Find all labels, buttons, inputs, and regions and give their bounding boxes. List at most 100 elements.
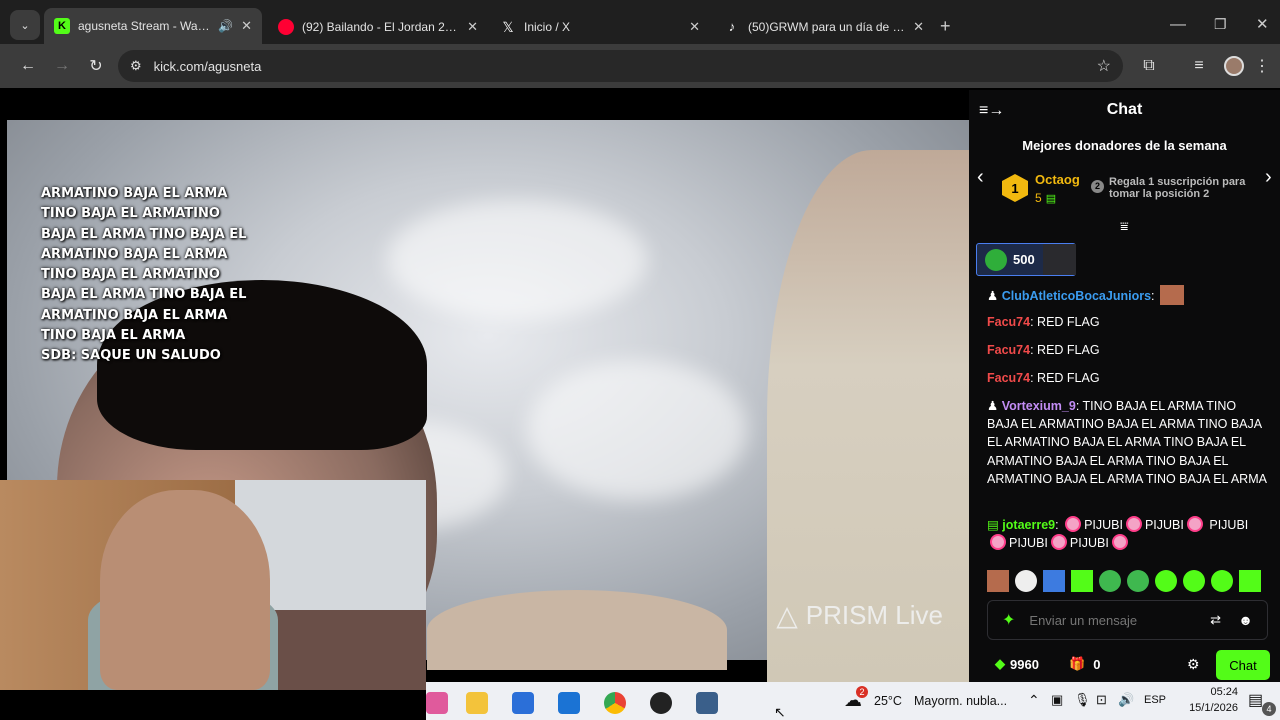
store-icon[interactable] [512,692,534,714]
site-settings-icon[interactable]: ⚙ [130,58,142,74]
youtube-icon [278,19,294,35]
language-indicator[interactable]: ESP [1144,694,1166,706]
close-icon[interactable]: ✕ [241,18,252,34]
back-button[interactable]: ← [11,49,45,83]
chat-input[interactable] [1029,612,1195,628]
subscription-gift-icon: ▤ [1045,192,1057,205]
chat-message: ♟ Vortexium_9: TINO BAJA EL ARMA TINO BA… [987,399,1267,486]
chevron-down-icon: ⌄ [20,19,30,32]
notifications-icon[interactable]: ▤ [1248,690,1263,710]
send-chat-button[interactable]: Chat [1216,650,1270,680]
arrow-left-icon: ← [20,57,36,74]
emote-button[interactable] [987,570,1009,592]
chat-input-box[interactable]: ✦ ⇄ ☻ [987,600,1268,640]
chevron-left-icon[interactable]: ‹ [977,166,984,189]
webcam-streamer [100,490,270,690]
camera-icon[interactable]: ▣ [1051,692,1063,708]
tab-search-button[interactable]: ⌄ [10,10,40,40]
address-bar[interactable]: ⚙ kick.com/agusneta ☆ [118,50,1123,82]
emote-button[interactable] [1071,570,1093,592]
tab-youtube[interactable]: (92) Bailando - El Jordan 23 / St ✕ [268,12,488,42]
chat-username[interactable]: Vortexium_9 [1002,399,1076,413]
overlay-line: TINO BAJA EL ARMA [41,328,186,344]
emote-button[interactable] [1155,570,1177,592]
copilot-icon[interactable] [426,692,448,714]
settings-gear-icon[interactable]: ⚙ [1187,656,1200,673]
overlay-line: BAJA EL ARMA TINO BAJA EL [41,287,247,303]
chat-panel: ≡→ Chat Mejores donadores de la semana ‹… [969,90,1280,682]
new-tab-button[interactable]: + [940,16,951,37]
close-icon[interactable]: ✕ [467,19,478,35]
clock-time[interactable]: 05:24 [1188,686,1238,698]
tab-x[interactable]: 𝕏 Inicio / X ✕ [490,12,710,42]
tray-chevron-icon[interactable]: ⌃ [1028,692,1040,709]
emote-button[interactable] [1015,570,1037,592]
chat-username[interactable]: jotaerre9 [1002,518,1055,532]
prism-logo-icon: △ [776,600,798,631]
next-rank-badge: 2 [1091,180,1104,193]
points-balance[interactable]: ◆ 9960 [995,656,1039,672]
reload-button[interactable]: ↻ [79,49,113,83]
weather-temp[interactable]: 25°C [874,694,902,708]
window-close-button[interactable]: ✕ [1256,15,1269,33]
emoji-icon[interactable]: ☻ [1238,612,1253,628]
chat-username[interactable]: Facu74 [987,343,1030,357]
outlook-icon[interactable] [558,692,580,714]
chat-username[interactable]: Facu74 [987,315,1030,329]
emote-button[interactable] [1183,570,1205,592]
tab-title: (50)GRWM para un día de frío > [748,20,906,34]
prism-watermark: △ PRISM Live [776,599,943,632]
screen: ⌄ K agusneta Stream - Watch Li 🔊 ✕ (92) … [0,0,1280,720]
chat-message: ♟ ClubAtleticoBocaJuniors: [987,285,1269,305]
mouse-cursor-icon: ↖ [774,704,786,720]
close-icon[interactable]: ✕ [689,19,700,35]
tab-tiktok[interactable]: ♪ (50)GRWM para un día de frío > ✕ [714,12,934,42]
close-icon[interactable]: ✕ [913,19,924,35]
pinned-slot [1043,244,1076,275]
emote-icon [1125,516,1142,532]
emote-button[interactable] [1211,570,1233,592]
sparkle-icon[interactable]: ✦ [1002,610,1015,630]
emote-button[interactable] [1099,570,1121,592]
emote-button[interactable] [1127,570,1149,592]
microphone-icon[interactable]: 🎙 [1074,692,1091,708]
weather-text[interactable]: Mayorm. nubla... [914,694,1007,708]
forward-button[interactable]: → [45,49,79,83]
url-text[interactable]: kick.com/agusneta [154,59,262,74]
app-icon[interactable] [696,692,718,714]
weather-widget-icon[interactable]: ☁ 2 [844,686,868,712]
media-control-button[interactable]: ≡ [1182,49,1216,83]
chat-username[interactable]: ClubAtleticoBocaJuniors [1002,289,1151,303]
minimize-icon: — [1170,16,1186,33]
gifts-balance[interactable]: 🎁 0 [1069,656,1100,672]
bookmark-star-icon[interactable]: ☆ [1097,56,1111,76]
chevron-right-icon[interactable]: › [1265,166,1272,189]
chat-text: PIJUBI [1209,518,1249,532]
file-explorer-icon[interactable] [466,692,488,714]
profile-avatar[interactable] [1224,56,1244,76]
translate-icon[interactable]: ⇄ [1210,612,1221,628]
emote-button[interactable] [1043,570,1065,592]
tab-kick[interactable]: K agusneta Stream - Watch Li 🔊 ✕ [44,8,262,44]
chrome-icon[interactable] [604,692,626,714]
chat-username[interactable]: Facu74 [987,371,1030,385]
overlay-line: ARMATINO BAJA EL ARMA [41,186,228,201]
restore-button[interactable]: ❐ [1214,16,1227,33]
points-value: 9960 [1010,656,1039,672]
arrow-right-icon: → [54,57,70,74]
extensions-button[interactable]: ⧉ [1132,49,1166,83]
clock-date[interactable]: 15/1/2026 [1178,702,1238,714]
volume-icon[interactable]: 🔊 [1118,692,1134,708]
pinned-points-bar[interactable]: 500 [976,243,1076,276]
chat-text: PIJUBI [1069,536,1109,551]
speaker-icon[interactable]: 🔊 [218,19,233,33]
chat-text: RED FLAG [1037,371,1100,385]
top-donor-name[interactable]: Octaog [1035,172,1080,187]
menu-button[interactable]: ⋮ [1250,49,1274,83]
expand-donors-icon[interactable]: ⩸ [1120,218,1129,235]
minimize-button[interactable]: — [1170,16,1186,34]
network-icon[interactable]: ⊡ [1096,692,1107,708]
emote-button[interactable] [1239,570,1261,592]
subscriber-badge-icon: ▤ [987,518,999,532]
obs-icon[interactable] [650,692,672,714]
